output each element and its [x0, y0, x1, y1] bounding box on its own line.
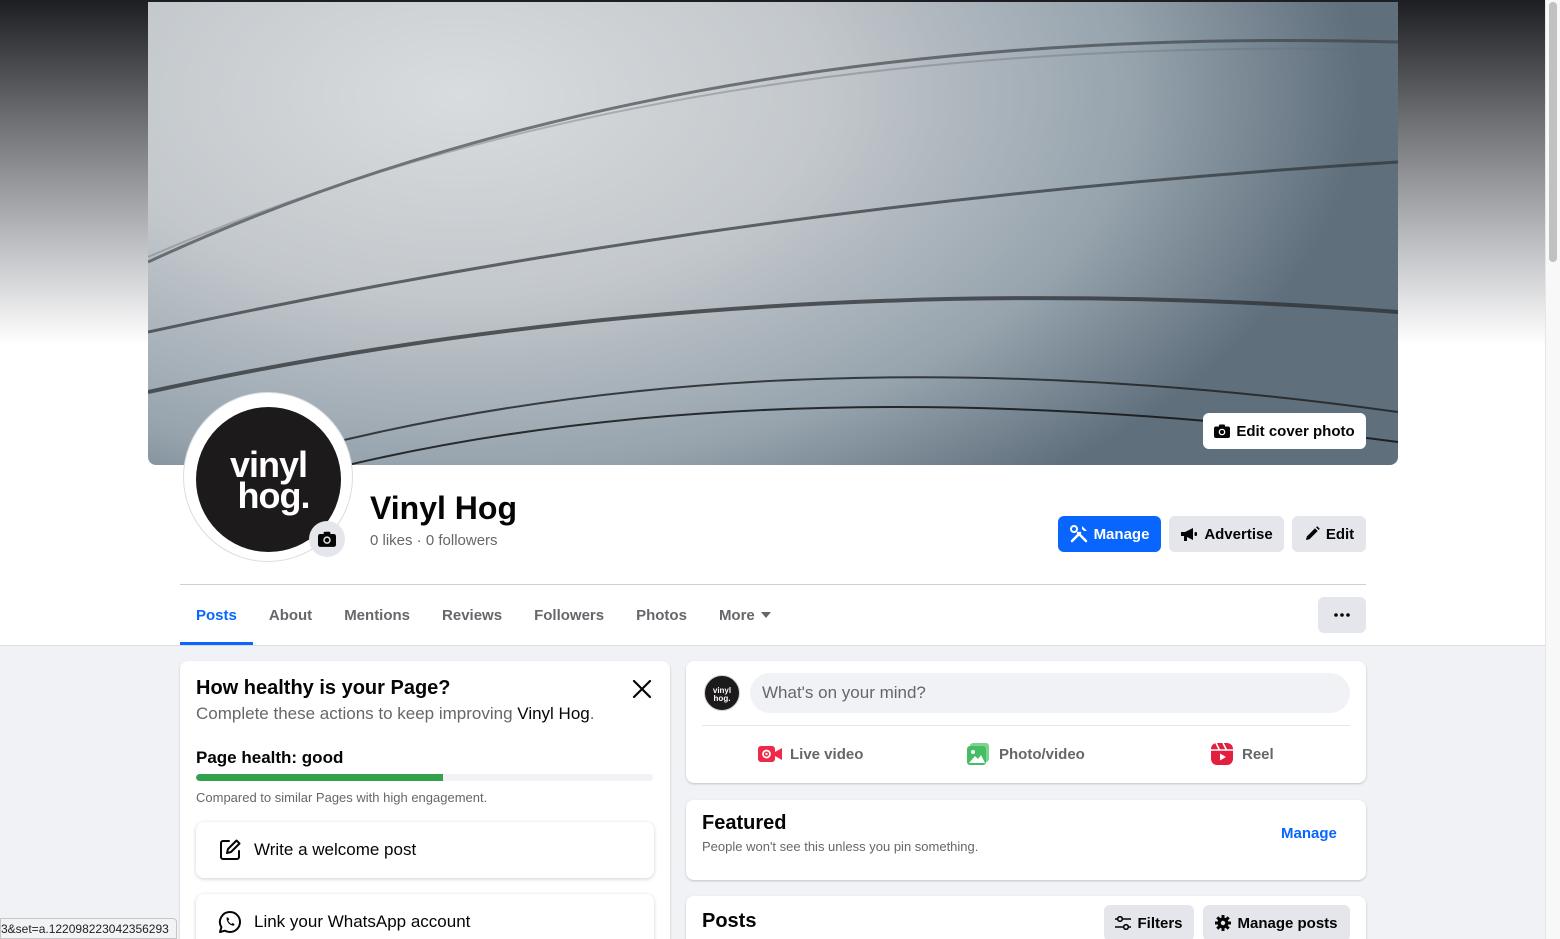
live-video-icon	[758, 746, 782, 762]
page-tabs: Posts About Mentions Reviews Followers P…	[180, 585, 787, 645]
featured-card: Featured People won't see this unless yo…	[686, 800, 1366, 880]
compose-icon	[220, 839, 241, 860]
page-health-subtitle-suffix: .	[589, 704, 595, 723]
edit-label: Edit	[1325, 525, 1355, 543]
tab-followers[interactable]: Followers	[518, 585, 620, 645]
tab-photos[interactable]: Photos	[620, 585, 703, 645]
ellipsis-icon	[1334, 613, 1350, 617]
link-whatsapp-label: Link your WhatsApp account	[254, 912, 471, 931]
camera-icon	[1214, 424, 1231, 438]
photo-video-label: Photo/video	[999, 745, 1085, 763]
filters-icon	[1115, 916, 1132, 930]
close-health-card-button[interactable]	[630, 677, 654, 701]
link-whatsapp-action[interactable]: Link your WhatsApp account	[196, 894, 654, 939]
manage-posts-button[interactable]: Manage posts	[1203, 905, 1350, 939]
manage-label: Manage	[1093, 525, 1150, 543]
composer-input[interactable]: What's on your mind?	[750, 673, 1350, 713]
posts-title: Posts	[702, 910, 757, 932]
advertise-label: Advertise	[1204, 525, 1273, 543]
tools-icon	[1069, 525, 1087, 543]
reel-icon	[1211, 742, 1233, 765]
tab-more-label: More	[718, 606, 755, 624]
filters-label: Filters	[1137, 914, 1183, 932]
edit-cover-photo-button[interactable]: Edit cover photo	[1203, 413, 1366, 449]
edit-page-button[interactable]: Edit	[1292, 516, 1366, 552]
advertise-button[interactable]: Advertise	[1169, 516, 1284, 552]
photo-icon	[967, 743, 989, 765]
page-name: Vinyl Hog	[370, 490, 517, 526]
page-health-subtitle-prefix: Complete these actions to keep improving	[196, 704, 518, 723]
live-video-button[interactable]: Live video	[758, 739, 863, 769]
featured-manage-link[interactable]: Manage	[1281, 825, 1337, 842]
posts-card: Posts Filters Manage posts	[686, 896, 1366, 939]
chevron-down-icon	[760, 612, 771, 618]
manage-posts-label: Manage posts	[1237, 914, 1338, 932]
update-profile-picture-button[interactable]	[309, 521, 345, 557]
page-health-subtitle: Complete these actions to keep improving…	[196, 704, 594, 724]
composer-avatar-line-2: hog.	[713, 694, 731, 703]
manage-button[interactable]: Manage	[1058, 516, 1161, 552]
whatsapp-icon	[218, 910, 241, 934]
photo-video-button[interactable]: Photo/video	[967, 739, 1085, 769]
featured-subtitle: People won't see this unless you pin som…	[702, 839, 979, 854]
gear-icon	[1215, 915, 1232, 931]
page-health-title: How healthy is your Page?	[196, 677, 451, 699]
close-icon	[632, 679, 652, 699]
tab-mentions[interactable]: Mentions	[328, 585, 426, 645]
avatar-logo-line-2: hog.	[237, 475, 311, 516]
reel-button[interactable]: Reel	[1210, 739, 1274, 769]
edit-cover-photo-label: Edit cover photo	[1236, 422, 1355, 440]
page-health-card: How healthy is your Page? Complete these…	[180, 661, 670, 939]
page-health-subtitle-name: Vinyl Hog	[517, 704, 590, 723]
scrollbar-thumb[interactable]	[1549, 2, 1557, 262]
tab-posts[interactable]: Posts	[180, 585, 253, 645]
pencil-icon	[1305, 526, 1320, 540]
featured-title: Featured	[702, 812, 787, 834]
page-stats[interactable]: 0 likes · 0 followers	[370, 532, 498, 549]
more-options-button[interactable]	[1318, 597, 1366, 633]
page-health-progress-bar	[196, 774, 653, 781]
page-scrollbar[interactable]	[1545, 0, 1560, 939]
write-welcome-post-label: Write a welcome post	[254, 840, 417, 859]
page-health-status: Page health: good	[196, 748, 344, 767]
page-health-progress-fill	[196, 774, 443, 781]
page-health-note: Compared to similar Pages with high enga…	[196, 790, 488, 805]
megaphone-icon	[1181, 528, 1198, 541]
tab-more[interactable]: More	[703, 585, 787, 645]
tab-reviews[interactable]: Reviews	[426, 585, 518, 645]
reel-label: Reel	[1242, 745, 1274, 763]
filters-button[interactable]: Filters	[1104, 905, 1194, 939]
write-welcome-post-action[interactable]: Write a welcome post	[196, 822, 654, 878]
post-composer-card: vinyl hog. What's on your mind? Live vid…	[686, 661, 1366, 783]
composer-divider	[702, 725, 1350, 726]
composer-avatar[interactable]: vinyl hog.	[704, 675, 740, 711]
tab-about[interactable]: About	[253, 585, 328, 645]
cover-photo[interactable]	[148, 2, 1398, 465]
live-video-label: Live video	[790, 745, 864, 763]
link-url-status-bar: 3&set=a.122098223042356293	[0, 918, 177, 939]
vinyl-grooves-graphic	[148, 38, 1398, 465]
camera-icon	[318, 531, 336, 547]
header-bottom-border	[0, 645, 1560, 646]
